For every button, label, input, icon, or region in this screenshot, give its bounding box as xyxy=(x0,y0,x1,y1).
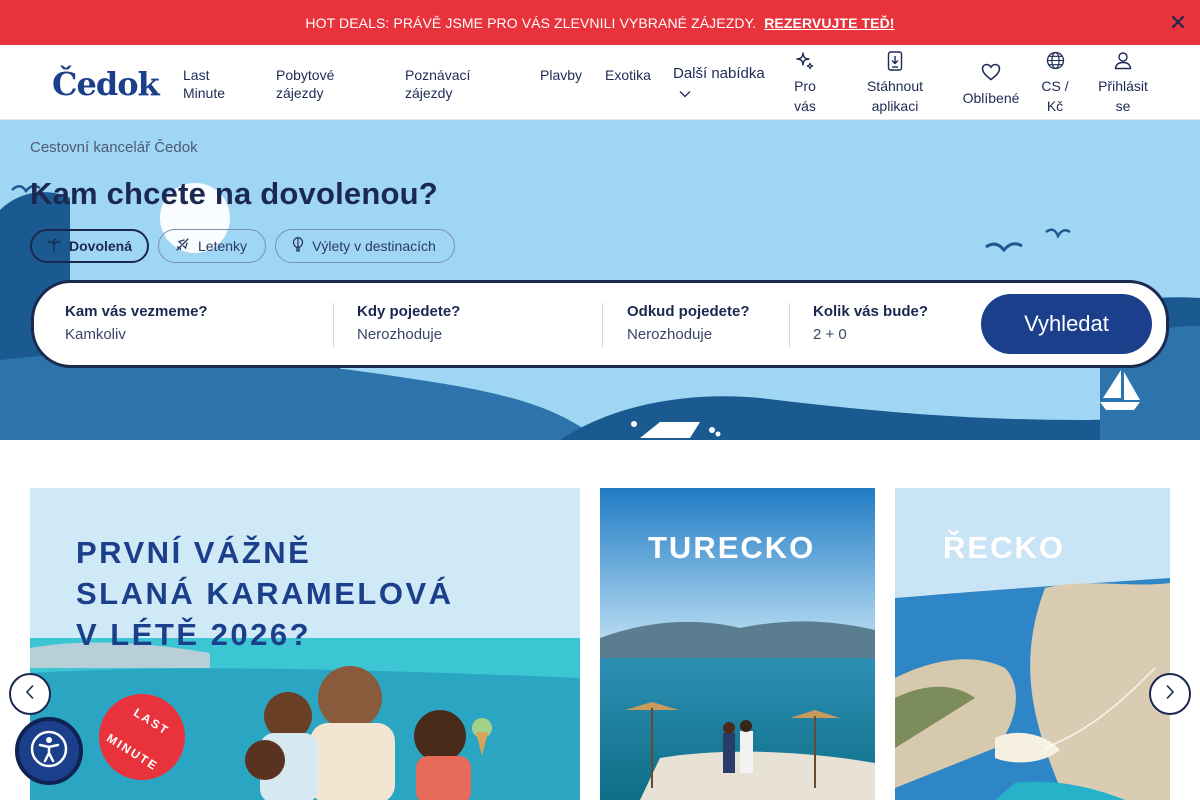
field-divider xyxy=(333,303,334,347)
tab-letenky[interactable]: Letenky xyxy=(158,229,267,263)
util-oblibene[interactable]: Oblíbené xyxy=(958,63,1024,108)
promo-headline-line: V LÉTĚ 2026? xyxy=(76,617,312,652)
destination-card-recko[interactable]: ŘECKO xyxy=(895,488,1170,800)
nav-label: Poznávací xyxy=(405,67,471,83)
nav-poznavaci-zajezdy[interactable]: Poznávací zájezdy xyxy=(405,66,470,102)
tab-vylety-v-destinacich[interactable]: Výlety v destinacích xyxy=(275,229,455,263)
card-title-recko: ŘECKO xyxy=(943,530,1065,565)
nav-label: zájezdy xyxy=(405,85,453,101)
heart-icon xyxy=(958,63,1024,85)
promo-message: HOT DEALS: PRÁVĚ JSME PRO VÁS ZLEVNILI V… xyxy=(305,14,757,31)
field-value: Nerozhoduje xyxy=(627,326,713,343)
util-label: Kč xyxy=(1046,98,1064,114)
util-label: se xyxy=(1115,98,1131,114)
field-value: Nerozhoduje xyxy=(357,326,443,343)
chevron-right-icon xyxy=(1165,684,1175,705)
nav-label: Pobytové xyxy=(276,67,335,83)
nav-label: zájezdy xyxy=(276,85,324,101)
nav-last-minute[interactable]: Last Minute xyxy=(183,66,225,102)
nav-dalsi-nabidka[interactable]: Další nabídka xyxy=(673,65,765,103)
departure-field[interactable]: Odkud pojedete? Nerozhoduje xyxy=(627,303,750,343)
chevron-left-icon xyxy=(25,684,35,705)
carousel-prev-button[interactable] xyxy=(9,673,51,715)
accessibility-icon xyxy=(29,729,69,774)
globe-icon xyxy=(1036,51,1074,73)
field-divider xyxy=(602,303,603,347)
tab-label: Dovolená xyxy=(69,238,133,254)
util-label: CS / xyxy=(1041,78,1069,94)
nav-label: Plavby xyxy=(540,67,583,83)
field-label: Kam vás vezmeme? xyxy=(65,303,208,320)
destination-card-turecko[interactable]: TURECKO xyxy=(600,488,875,800)
field-value: Kamkoliv xyxy=(65,326,126,343)
download-app-icon xyxy=(858,51,932,73)
hero-section: Cestovní kancelář Čedok Kam chcete na do… xyxy=(0,120,1200,440)
field-label: Odkud pojedete? xyxy=(627,303,750,320)
balloon-icon xyxy=(292,237,304,255)
promo-headline: PRVNÍ VÁŽNĚ SLANÁ KARAMELOVÁ V LÉTĚ 2026… xyxy=(76,532,516,655)
nav-label: Exotika xyxy=(605,67,651,83)
accessibility-button[interactable] xyxy=(15,717,83,785)
promo-card[interactable]: PRVNÍ VÁŽNĚ SLANÁ KARAMELOVÁ V LÉTĚ 2026… xyxy=(30,488,580,800)
tab-dovolena[interactable]: Dovolená xyxy=(30,229,150,263)
plane-icon xyxy=(175,237,190,255)
promo-bar: HOT DEALS: PRÁVĚ JSME PRO VÁS ZLEVNILI V… xyxy=(0,0,1200,45)
user-icon xyxy=(1092,51,1154,73)
util-pro-vas[interactable]: Pro vás xyxy=(786,51,824,116)
field-label: Kolik vás bude? xyxy=(813,303,929,320)
breadcrumb[interactable]: Cestovní kancelář Čedok xyxy=(30,139,198,156)
page-title: Kam chcete na dovolenou? xyxy=(30,176,438,211)
util-label: aplikaci xyxy=(871,98,919,114)
field-divider xyxy=(789,303,790,347)
close-icon[interactable] xyxy=(1168,12,1188,32)
nav-label: Další nabídka xyxy=(673,65,765,82)
carousel-next-button[interactable] xyxy=(1149,673,1191,715)
cedok-logo[interactable]: Čedok xyxy=(52,65,160,103)
util-label: Pro xyxy=(794,78,816,94)
util-label: vás xyxy=(794,98,816,114)
util-label: Přihlásit xyxy=(1098,78,1148,94)
util-label: Oblíbené xyxy=(962,90,1020,106)
promo-cta-link[interactable]: REZERVUJTE TEĎ! xyxy=(764,15,894,31)
util-prihlasit-se[interactable]: Přihlásit se xyxy=(1092,51,1154,116)
promo-headline-line: PRVNÍ VÁŽNĚ xyxy=(76,535,312,570)
travelers-field[interactable]: Kolik vás bude? 2 + 0 xyxy=(813,303,928,343)
sparkle-icon xyxy=(786,51,824,73)
search-type-tabs: Dovolená Letenky Výlety v destinacích xyxy=(30,229,455,263)
offers-carousel: PRVNÍ VÁŽNĚ SLANÁ KARAMELOVÁ V LÉTĚ 2026… xyxy=(0,440,1200,800)
util-label: Stáhnout xyxy=(866,78,924,94)
nav-plavby[interactable]: Plavby xyxy=(540,66,582,84)
site-header: Čedok Last Minute Pobytové zájezdy Pozná… xyxy=(0,45,1200,120)
util-language-currency[interactable]: CS / Kč xyxy=(1036,51,1074,116)
tab-label: Letenky xyxy=(198,238,248,254)
card-title-turecko: TURECKO xyxy=(648,530,816,565)
chevron-down-icon xyxy=(679,85,765,103)
palm-tree-icon xyxy=(47,237,61,255)
util-stahnout-aplikaci[interactable]: Stáhnout aplikaci xyxy=(858,51,932,116)
search-button[interactable]: Vyhledat xyxy=(981,294,1152,354)
search-form: Kam vás vezmeme? Kamkoliv Kdy pojedete? … xyxy=(31,280,1169,368)
nav-label: Last xyxy=(183,67,210,83)
field-label: Kdy pojedete? xyxy=(357,303,461,320)
nav-label: Minute xyxy=(183,85,226,101)
nav-pobytove-zajezdy[interactable]: Pobytové zájezdy xyxy=(276,66,334,102)
destination-field[interactable]: Kam vás vezmeme? Kamkoliv xyxy=(65,303,208,343)
field-value: 2 + 0 xyxy=(813,326,847,343)
nav-exotika[interactable]: Exotika xyxy=(605,66,651,84)
promo-headline-line: SLANÁ KARAMELOVÁ xyxy=(76,576,454,611)
date-field[interactable]: Kdy pojedete? Nerozhoduje xyxy=(357,303,460,343)
tab-label: Výlety v destinacích xyxy=(312,238,436,254)
